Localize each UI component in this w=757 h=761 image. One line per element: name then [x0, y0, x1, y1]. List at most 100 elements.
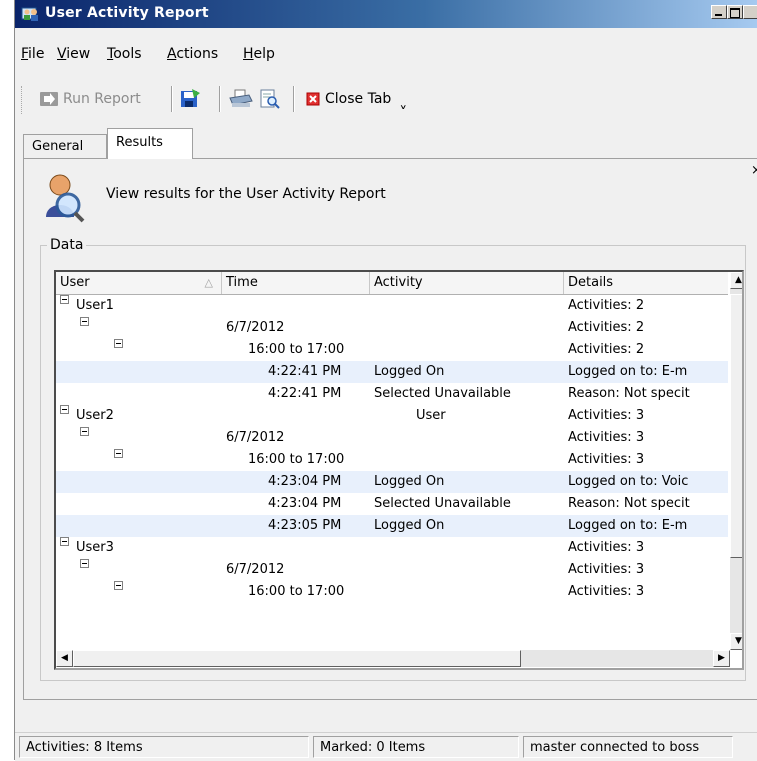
toolbar-overflow-dropdown[interactable]: ˬ [399, 90, 407, 109]
cell-user: User2 [76, 408, 114, 423]
collapse-toggle-icon[interactable] [80, 317, 89, 326]
horizontal-scroll-thumb[interactable] [73, 650, 521, 667]
table-row[interactable]: User1 Activities: 2 [56, 295, 728, 317]
cell-details: Activities: 2 [568, 320, 645, 335]
cell-details: Activities: 2 [568, 298, 645, 313]
table-row[interactable]: 16:00 to 17:00 Activities: 2 [56, 339, 728, 361]
collapse-toggle-icon[interactable] [80, 427, 89, 436]
vertical-scroll-thumb[interactable] [730, 294, 742, 558]
table-row[interactable]: User2 User Activities: 3 [56, 405, 728, 427]
cell-details: Activities: 3 [568, 540, 645, 555]
sort-ascending-icon: △ [204, 276, 213, 289]
cell-activity: Logged On [374, 518, 445, 533]
tab-general[interactable]: General [23, 134, 107, 158]
horizontal-scrollbar[interactable]: ◀ ▶ [56, 650, 730, 667]
toolbar-grip[interactable] [21, 86, 25, 114]
table-row[interactable]: User3 Activities: 3 [56, 537, 728, 559]
table-row[interactable]: 16:00 to 17:00 Activities: 3 [56, 581, 728, 603]
table-row[interactable]: 4:23:04 PM Selected Unavailable Reason: No… [56, 493, 728, 515]
toolbar: Run Report Close Tab ˬ [15, 84, 757, 118]
close-panel-icon[interactable]: × [751, 163, 757, 178]
cell-details: Activities: 3 [568, 430, 645, 445]
user-search-icon [46, 174, 85, 223]
menu-help[interactable]: Help [243, 46, 275, 62]
cell-time: 6/7/2012 [226, 562, 285, 577]
cell-activity: Selected Unavailable [374, 496, 511, 511]
collapse-toggle-icon[interactable] [60, 405, 69, 414]
cell-activity: Logged On [374, 474, 445, 489]
collapse-toggle-icon[interactable] [60, 295, 69, 304]
menu-file[interactable]: File [21, 46, 44, 62]
status-bar: Activities: 8 Items Marked: 0 Items mast… [15, 732, 757, 761]
results-list[interactable]: User △ Time Activity Details User1 Activi… [54, 270, 744, 670]
table-row[interactable]: 6/7/2012 Activities: 2 [56, 317, 728, 339]
tab-results[interactable]: Results [107, 128, 193, 159]
table-row[interactable]: 6/7/2012 Activities: 3 [56, 427, 728, 449]
cell-time: 6/7/2012 [226, 430, 285, 445]
table-rows: User1 Activities: 2 6/7/2012 Activities: 21… [56, 295, 728, 603]
column-header-user[interactable]: User △ [56, 272, 222, 294]
table-row[interactable]: 4:22:41 PM Selected Unavailable Reason: No… [56, 383, 728, 405]
cell-details: Logged on to: E-m [568, 518, 688, 533]
menu-actions[interactable]: Actions [167, 46, 218, 62]
collapse-toggle-icon[interactable] [114, 581, 123, 590]
collapse-toggle-icon[interactable] [80, 559, 89, 568]
cell-details: Logged on to: Voic [568, 474, 689, 489]
cell-activity: Logged On [374, 364, 445, 379]
toolbar-separator [293, 86, 295, 112]
cell-time: 4:23:04 PM [268, 474, 342, 489]
collapse-toggle-icon[interactable] [114, 339, 123, 348]
cell-user: User1 [76, 298, 114, 313]
cell-details: Logged on to: E-m [568, 364, 688, 379]
scroll-down-button[interactable]: ▼ [730, 633, 742, 650]
cell-activity: Selected Unavailable [374, 386, 511, 401]
toolbar-separator [219, 86, 221, 112]
collapse-toggle-icon[interactable] [60, 537, 69, 546]
window-title: User Activity Report [45, 5, 209, 21]
print-preview-button[interactable] [259, 87, 281, 111]
report-people-icon [21, 7, 38, 21]
maximize-button[interactable] [727, 5, 743, 19]
table-row[interactable]: 4:23:05 PM Logged On Logged on to: E-m [56, 515, 728, 537]
cell-activity: User [416, 408, 446, 423]
status-activities: Activities: 8 Items [19, 736, 309, 758]
status-connection: master connected to boss [523, 736, 733, 758]
title-bar[interactable]: User Activity Report [15, 0, 757, 28]
table-row[interactable]: 4:23:04 PM Logged On Logged on to: Voic [56, 471, 728, 493]
run-report-label: Run Report [63, 91, 141, 107]
scroll-right-button[interactable]: ▶ [713, 650, 730, 667]
menu-view[interactable]: View [57, 46, 90, 62]
table-row[interactable]: 6/7/2012 Activities: 3 [56, 559, 728, 581]
group-label: Data [47, 237, 87, 253]
cell-details: Activities: 3 [568, 408, 645, 423]
cell-details: Activities: 3 [568, 562, 645, 577]
cell-details: Activities: 3 [568, 452, 645, 467]
cell-time: 6/7/2012 [226, 320, 285, 335]
close-tab-button[interactable]: Close Tab ˬ [305, 87, 407, 111]
run-report-button[interactable]: Run Report [39, 87, 141, 111]
column-header-details[interactable]: Details [564, 272, 728, 294]
data-groupbox: Data User △ Time Activity Details User1 A… [40, 237, 746, 681]
vertical-scrollbar[interactable]: ▲ ▼ [730, 272, 742, 650]
column-header-time[interactable]: Time [222, 272, 370, 294]
status-marked: Marked: 0 Items [313, 736, 519, 758]
column-header-activity[interactable]: Activity [370, 272, 564, 294]
app-window: User Activity Report File View Tools Act… [14, 0, 757, 761]
scroll-left-button[interactable]: ◀ [56, 650, 73, 667]
scroll-up-button[interactable]: ▲ [730, 272, 742, 289]
header-text: View results for the User Activity Repor… [106, 186, 386, 202]
table-row[interactable]: 16:00 to 17:00 Activities: 3 [56, 449, 728, 471]
menu-tools[interactable]: Tools [107, 46, 142, 62]
printer-icon [229, 89, 253, 107]
cell-time: 16:00 to 17:00 [248, 452, 345, 467]
print-button[interactable] [229, 87, 253, 111]
cell-details: Reason: Not specit [568, 496, 690, 511]
collapse-toggle-icon[interactable] [114, 449, 123, 458]
table-row[interactable]: 4:22:41 PM Logged On Logged on to: E-m [56, 361, 728, 383]
minimize-button[interactable] [711, 5, 727, 19]
close-window-button[interactable] [743, 5, 757, 19]
cell-time: 4:22:41 PM [268, 364, 342, 379]
save-button[interactable] [179, 87, 201, 111]
cell-details: Activities: 2 [568, 342, 645, 357]
results-panel: × View results for the User Activity Rep… [23, 158, 757, 700]
